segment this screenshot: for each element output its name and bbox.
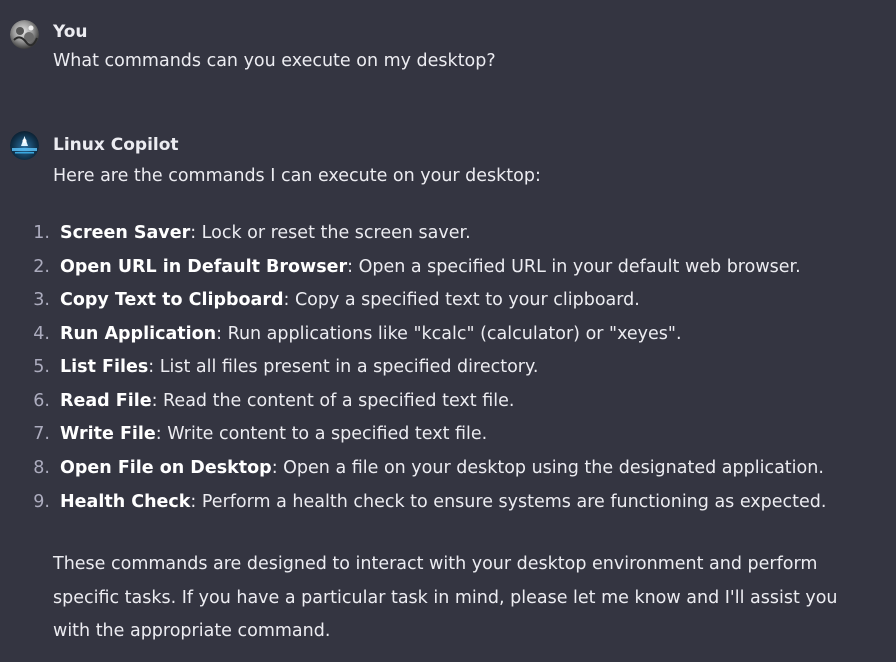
assistant-intro-text: Here are the commands I can execute on y… [53,166,541,186]
command-description: : Copy a specified text to your clipboar… [283,290,640,310]
list-item: 6. Read File: Read the content of a spec… [0,391,896,421]
assistant-author-name: Linux Copilot [53,135,179,155]
command-description: : Write content to a specified text file… [155,424,488,444]
command-description: : Open a file on your desktop using the … [271,458,824,478]
list-item: 1. Screen Saver: Lock or reset the scree… [0,223,896,253]
list-item: 2. Open URL in Default Browser: Open a s… [0,257,896,287]
list-item: 4. Run Application: Run applications lik… [0,324,896,354]
linux-copilot-avatar-icon [10,131,39,160]
list-item-number: 5. [33,357,50,377]
list-item-number: 9. [33,492,50,512]
command-name: Write File [60,424,156,444]
command-name: List Files [60,357,149,377]
list-item: 7. Write File: Write content to a specif… [0,424,896,454]
user-avatar-icon [10,20,39,49]
assistant-closing-text: These commands are designed to interact … [53,554,838,641]
command-name: Run Application [60,324,217,344]
list-item-number: 8. [33,458,50,478]
list-item: 3. Copy Text to Clipboard: Copy a specif… [0,290,896,320]
command-description: : Lock or reset the screen saver. [190,223,471,243]
user-message: You What commands can you execute on my … [0,0,896,100]
user-author-name: You [53,22,88,42]
assistant-message: Linux Copilot Here are the commands I ca… [0,120,896,662]
command-name: Open URL in Default Browser [60,257,348,277]
command-description: : Perform a health check to ensure syste… [190,492,827,512]
list-item-number: 1. [33,223,50,243]
list-item: 9. Health Check: Perform a health check … [0,492,896,522]
list-item-number: 2. [33,257,50,277]
command-name: Read File [60,391,152,411]
list-item-number: 7. [33,424,50,444]
command-description: : List all files present in a specified … [148,357,539,377]
command-name: Screen Saver [60,223,191,243]
list-item-number: 3. [33,290,50,310]
command-name: Open File on Desktop [60,458,272,478]
command-description: : Open a specified URL in your default w… [347,257,801,277]
list-item: 5. List Files: List all files present in… [0,357,896,387]
list-item-number: 4. [33,324,50,344]
list-item-number: 6. [33,391,50,411]
command-name: Copy Text to Clipboard [60,290,284,310]
command-description: : Run applications like "kcalc" (calcula… [216,324,682,344]
command-name: Health Check [60,492,191,512]
command-description: : Read the content of a specified text f… [151,391,515,411]
list-item: 8. Open File on Desktop: Open a file on … [0,458,896,488]
user-message-text: What commands can you execute on my desk… [53,51,496,71]
